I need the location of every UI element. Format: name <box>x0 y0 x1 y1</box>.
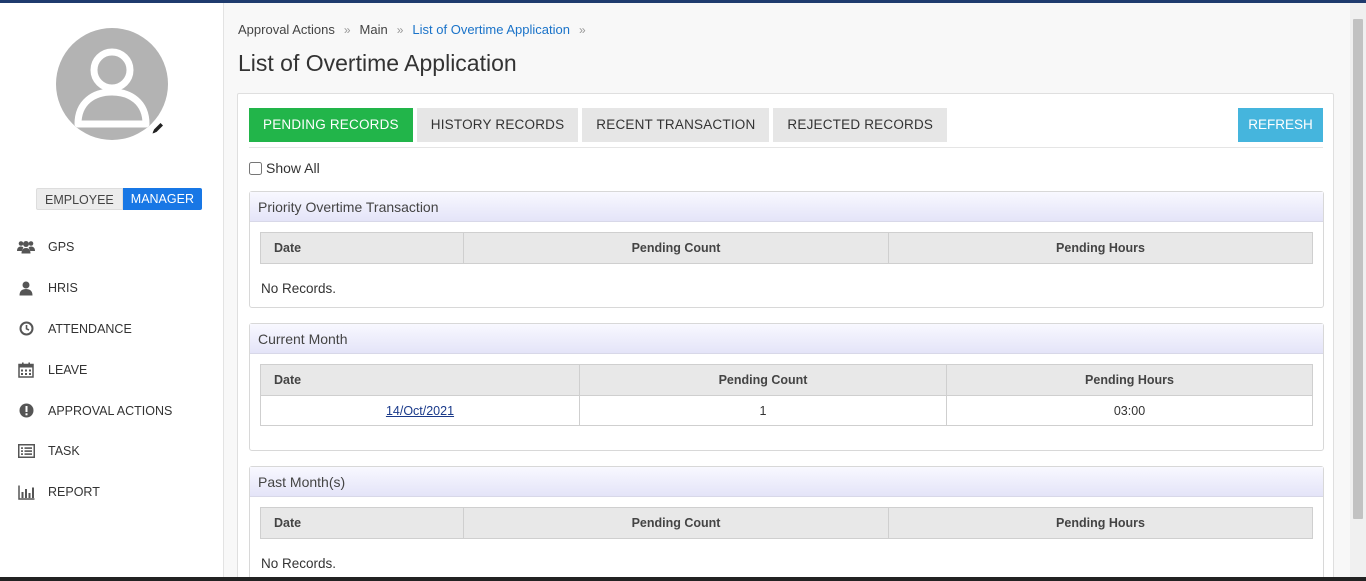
column-header-pending-hours[interactable]: Pending Hours <box>888 232 1313 264</box>
breadcrumb: Approval Actions » Main » List of Overti… <box>238 22 595 37</box>
box-title: Past Month(s) <box>250 467 1323 497</box>
priority-table: Date Pending Count Pending Hours <box>260 232 1313 264</box>
show-all-checkbox[interactable] <box>249 161 262 175</box>
role-toggle: EMPLOYEE MANAGER <box>36 188 202 210</box>
divider <box>249 147 1323 148</box>
column-header-date[interactable]: Date <box>260 507 464 539</box>
breadcrumb-main[interactable]: Main <box>360 22 388 37</box>
manager-toggle[interactable]: MANAGER <box>122 188 202 210</box>
sidebar-item-label: GPS <box>48 240 75 255</box>
exclamation-circle-icon <box>17 402 35 420</box>
refresh-button[interactable]: REFRESH <box>1238 108 1323 142</box>
chevron-double-right-icon: » <box>396 22 404 37</box>
column-header-pending-hours[interactable]: Pending Hours <box>946 364 1313 396</box>
priority-overtime-box: Priority Overtime Transaction Date Pendi… <box>249 191 1324 308</box>
column-header-pending-count[interactable]: Pending Count <box>579 364 947 396</box>
box-title: Priority Overtime Transaction <box>250 192 1323 222</box>
sidebar-item-hris[interactable]: HRIS <box>0 268 224 309</box>
sidebar-item-leave[interactable]: LEAVE <box>0 349 224 390</box>
sidebar-item-label: HRIS <box>48 281 78 296</box>
list-icon <box>17 442 35 460</box>
sidebar-item-label: APPROVAL ACTIONS <box>48 403 173 418</box>
breadcrumb-approval-actions[interactable]: Approval Actions <box>238 22 335 37</box>
page-title: List of Overtime Application <box>238 50 517 76</box>
show-all-label: Show All <box>266 160 320 176</box>
table-header-row: Date Pending Count Pending Hours <box>260 232 1313 264</box>
sidebar-item-approval-actions[interactable]: APPROVAL ACTIONS <box>0 390 224 431</box>
sidebar-item-label: LEAVE <box>48 362 88 377</box>
chevron-double-right-icon: » <box>578 22 586 37</box>
calendar-icon <box>17 361 35 379</box>
scrollbar-thumb[interactable] <box>1353 19 1363 519</box>
row-pending-hours: 03:00 <box>946 395 1313 426</box>
sidebar-item-task[interactable]: TASK <box>0 431 224 472</box>
past-months-box: Past Month(s) Date Pending Count Pending… <box>249 466 1324 581</box>
no-records-text: No Records. <box>261 556 337 571</box>
breadcrumb-current[interactable]: List of Overtime Application <box>412 22 570 37</box>
sidebar-item-label: TASK <box>48 444 80 459</box>
column-header-date[interactable]: Date <box>260 232 464 264</box>
tab-pending-records[interactable]: PENDING RECORDS <box>249 108 413 142</box>
main-content: Approval Actions » Main » List of Overti… <box>224 3 1350 581</box>
row-pending-count: 1 <box>579 395 947 426</box>
column-header-pending-count[interactable]: Pending Count <box>463 232 889 264</box>
show-all-option[interactable]: Show All <box>249 160 320 176</box>
sidebar-item-label: REPORT <box>48 485 100 500</box>
table-header-row: Date Pending Count Pending Hours <box>260 507 1313 539</box>
sidebar-item-gps[interactable]: GPS <box>0 227 224 268</box>
sidebar-menu: GPS HRIS ATTENDANCE LEAVE APPROVAL ACTIO… <box>0 227 224 513</box>
bottom-edge-bar <box>0 577 1366 581</box>
clock-icon <box>17 320 35 338</box>
column-header-pending-hours[interactable]: Pending Hours <box>888 507 1313 539</box>
user-icon <box>17 279 35 297</box>
tab-rejected-records[interactable]: REJECTED RECORDS <box>773 108 948 142</box>
current-month-table: Date Pending Count Pending Hours 14/Oct/… <box>260 364 1313 426</box>
tab-recent-transaction[interactable]: RECENT TRANSACTION <box>582 108 770 142</box>
sidebar-item-report[interactable]: REPORT <box>0 472 224 513</box>
record-tabs: PENDING RECORDS HISTORY RECORDS RECENT T… <box>249 108 951 142</box>
sidebar-item-attendance[interactable]: ATTENDANCE <box>0 309 224 350</box>
sidebar-item-label: ATTENDANCE <box>48 321 132 336</box>
tab-history-records[interactable]: HISTORY RECORDS <box>416 108 579 142</box>
chevron-double-right-icon: » <box>343 22 351 37</box>
bar-chart-icon <box>17 483 35 501</box>
current-month-box: Current Month Date Pending Count Pending… <box>249 323 1324 451</box>
records-panel: PENDING RECORDS HISTORY RECORDS RECENT T… <box>237 93 1334 581</box>
table-header-row: Date Pending Count Pending Hours <box>260 364 1313 396</box>
employee-toggle[interactable]: EMPLOYEE <box>36 188 123 210</box>
table-row: 14/Oct/2021 1 03:00 <box>260 395 1313 426</box>
vertical-scrollbar[interactable] <box>1350 3 1366 581</box>
no-records-text: No Records. <box>261 281 337 296</box>
column-header-pending-count[interactable]: Pending Count <box>463 507 889 539</box>
edit-pencil-icon[interactable] <box>150 120 166 136</box>
box-title: Current Month <box>250 324 1323 354</box>
past-months-table: Date Pending Count Pending Hours <box>260 507 1313 539</box>
sidebar: EMPLOYEE MANAGER GPS HRIS ATTENDANCE LEA… <box>0 3 224 581</box>
row-date-cell: 14/Oct/2021 <box>260 395 580 426</box>
column-header-date[interactable]: Date <box>260 364 580 396</box>
users-icon <box>17 238 35 256</box>
date-link[interactable]: 14/Oct/2021 <box>386 404 454 418</box>
